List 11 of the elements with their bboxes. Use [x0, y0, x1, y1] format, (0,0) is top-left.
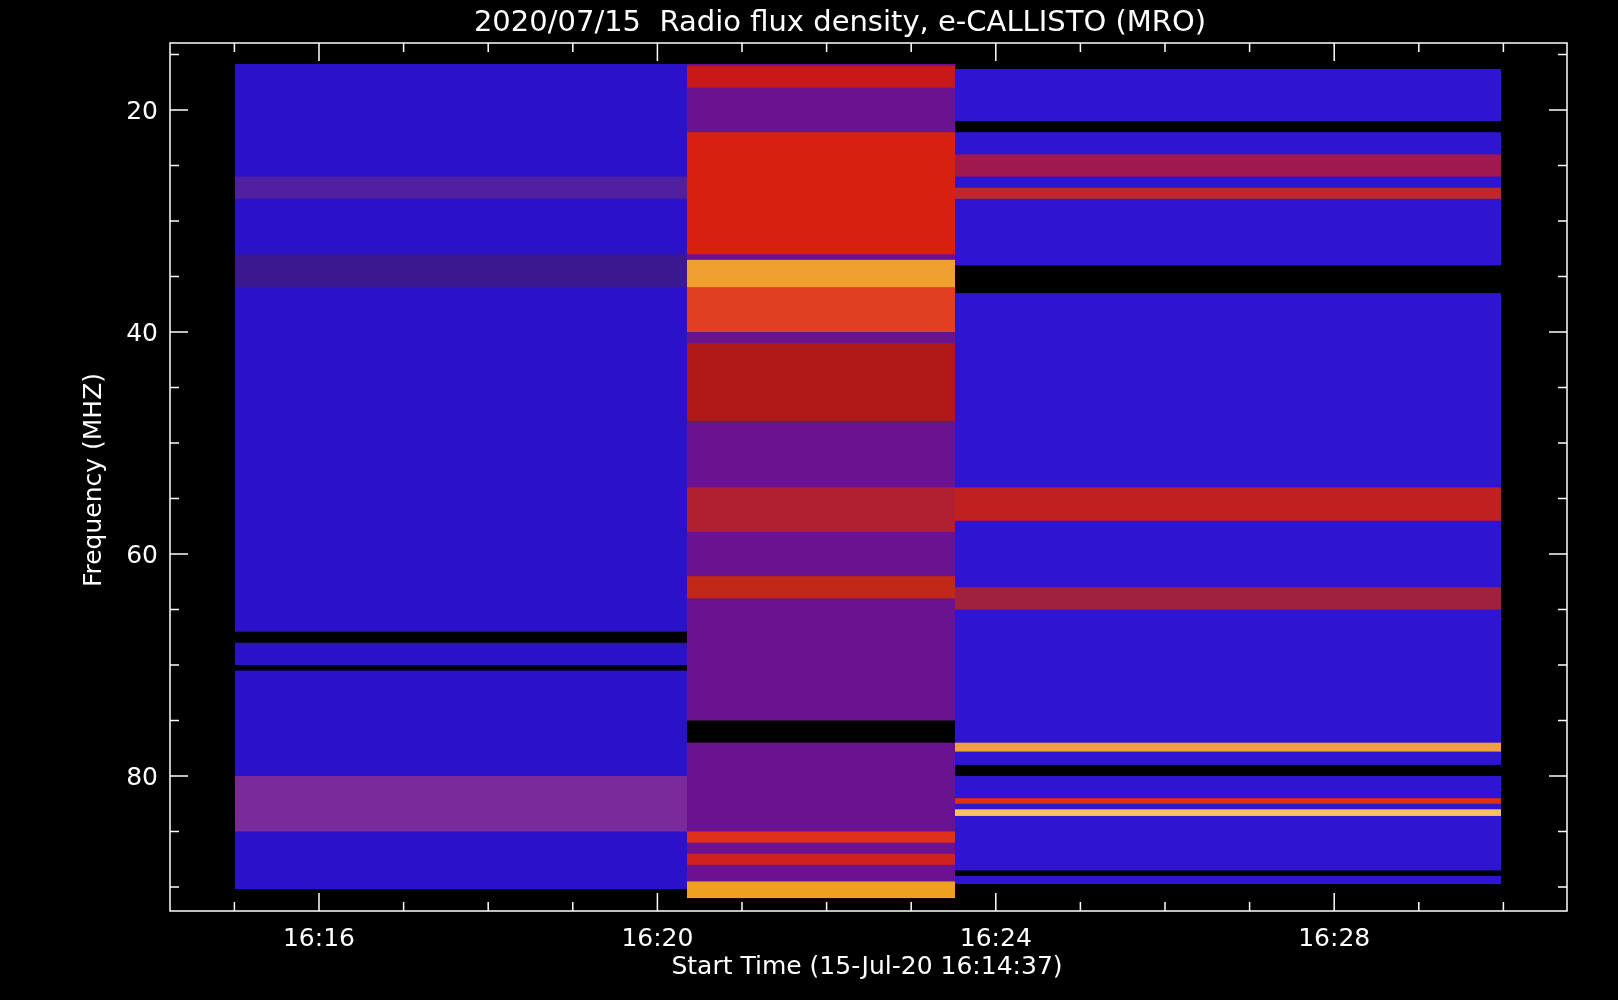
y-tick-label: 60	[126, 540, 158, 569]
x-tick-label: 16:20	[621, 923, 694, 952]
y-tick-label: 40	[126, 318, 158, 347]
y-tick-label: 20	[126, 96, 158, 125]
plot-title: 2020/07/15 Radio flux density, e-CALLISTO (MRO)	[473, 4, 1207, 38]
x-tick-label: 16:16	[283, 923, 355, 952]
x-tick-label: 16:24	[959, 923, 1032, 952]
x-axis-label: Start Time (15-Jul-20 16:14:37)	[671, 951, 1063, 980]
x-tick-label: 16:28	[1298, 923, 1371, 952]
y-axis-label: Frequency (MHZ)	[78, 372, 107, 588]
y-tick-label: 80	[126, 762, 158, 791]
